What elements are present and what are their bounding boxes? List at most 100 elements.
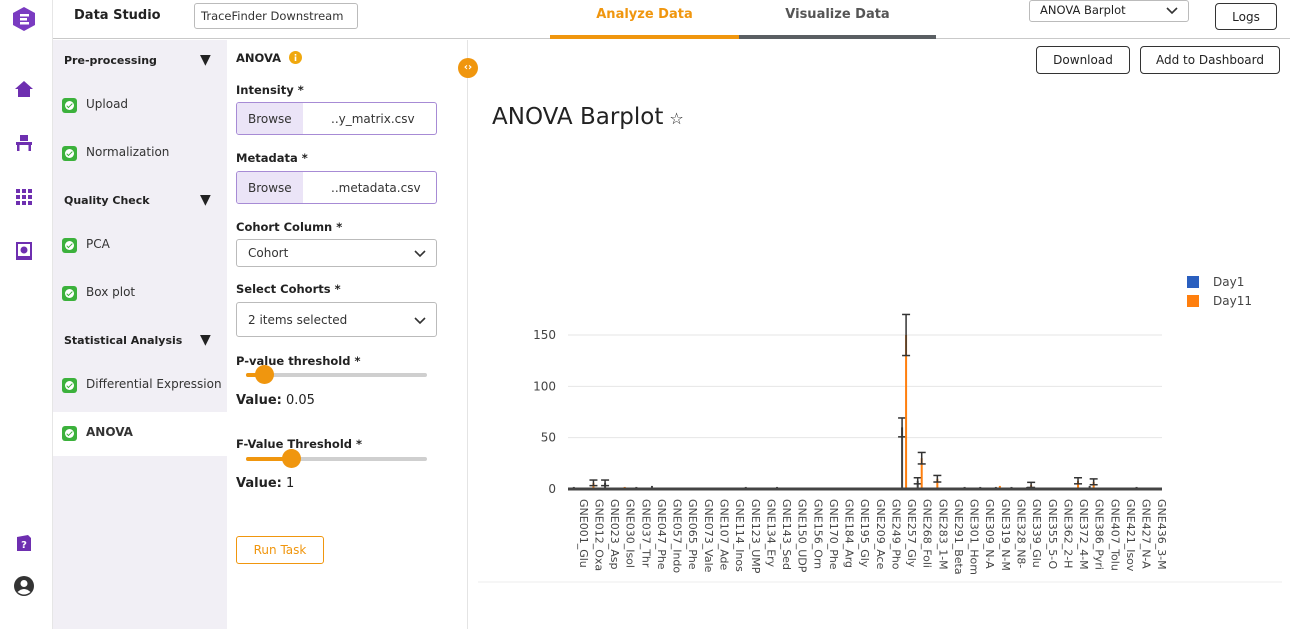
tab-analyze-data[interactable]: Analyze Data: [550, 0, 739, 39]
x-tick-label: GNE386_Pyri: [1093, 499, 1106, 570]
step-differential-expression[interactable]: Differential Expression: [53, 364, 227, 408]
help-icon[interactable]: ?: [13, 532, 35, 554]
select-cohorts-value: 2 items selected: [248, 313, 348, 327]
x-tick-label: GNE301_Hom: [968, 499, 981, 575]
svg-text:?: ?: [21, 540, 27, 551]
main-chart-area: Download Add to Dashboard ANOVA Barplot ☆…: [468, 40, 1290, 629]
step-label: PCA: [86, 237, 110, 251]
x-tick-label: GNE209_Ace: [874, 499, 887, 570]
x-tick-label: GNE123_UMP: [749, 499, 762, 574]
x-tick-label: GNE339_Glu: [1030, 499, 1043, 568]
cohort-column-select[interactable]: Cohort: [236, 239, 437, 267]
step-label: Differential Expression: [86, 377, 222, 391]
x-tick-label: GNE073_Vale: [702, 499, 715, 573]
x-tick-label: GNE283_1-M: [936, 499, 949, 570]
x-tick-label: GNE156_Orn: [811, 499, 824, 569]
pvalue-slider[interactable]: [246, 365, 427, 384]
y-tick-label: 100: [533, 379, 556, 393]
step-pca[interactable]: PCA: [53, 224, 227, 268]
x-tick-label: GNE047_Phe: [655, 499, 668, 570]
select-cohorts-dropdown[interactable]: 2 items selected: [236, 302, 437, 337]
metadata-filename: ..metadata.csv: [331, 181, 421, 195]
tab-visualize-data[interactable]: Visualize Data: [739, 0, 936, 39]
logo-icon[interactable]: [11, 6, 37, 32]
home-icon[interactable]: [13, 78, 35, 100]
x-tick-label: GNE421_Isov: [1124, 499, 1137, 572]
y-tick-label: 0: [548, 482, 556, 496]
download-button[interactable]: Download: [1036, 46, 1130, 74]
pvalue-slider-thumb[interactable]: [255, 365, 275, 384]
metadata-file-input[interactable]: Browse ..metadata.csv: [236, 171, 437, 204]
run-task-button[interactable]: Run Task: [236, 536, 324, 564]
project-name-field[interactable]: TraceFinder Downstream: [194, 3, 358, 29]
x-tick-label: GNE372_4-M: [1077, 499, 1090, 570]
collapse-triangle-icon[interactable]: ▼: [200, 192, 211, 208]
x-tick-label: GNE355_5-O: [1046, 499, 1059, 569]
fvalue-label: F-Value Threshold *: [236, 437, 363, 451]
pvalue-label: P-value threshold *: [236, 354, 361, 368]
info-icon[interactable]: [289, 51, 303, 64]
check-icon: [62, 146, 77, 161]
apps-grid-icon[interactable]: [13, 186, 35, 208]
x-tick-label: GNE114_Inos: [733, 499, 746, 572]
logs-button[interactable]: Logs: [1215, 3, 1277, 30]
icon-rail: ?: [0, 0, 53, 629]
x-tick-label: GNE257_Gly: [905, 499, 918, 568]
section-preprocessing[interactable]: Pre-processing ▼: [64, 52, 224, 68]
fvalue-slider-thumb[interactable]: [282, 449, 302, 468]
add-to-dashboard-button[interactable]: Add to Dashboard: [1140, 46, 1280, 74]
x-tick-label: GNE150_UDP: [796, 499, 809, 573]
intensity-file-input[interactable]: Browse ..y_matrix.csv: [236, 102, 437, 135]
intensity-browse-button[interactable]: Browse: [237, 103, 303, 134]
x-tick-label: GNE184_Arg: [843, 499, 856, 568]
step-upload[interactable]: Upload: [53, 84, 227, 128]
x-tick-label: GNE319_N-M: [999, 499, 1012, 571]
check-icon: [62, 98, 77, 113]
steps-sidebar: Pre-processing ▼ Upload Normalization Qu…: [53, 40, 227, 629]
metadata-label: Metadata *: [236, 151, 308, 165]
metadata-browse-button[interactable]: Browse: [237, 172, 303, 203]
workbench-icon[interactable]: [13, 132, 35, 154]
collapse-triangle-icon[interactable]: ▼: [200, 332, 211, 348]
collapse-triangle-icon[interactable]: ▼: [200, 52, 211, 68]
fvalue-readout: Value: 1: [236, 476, 294, 491]
cohort-column-value: Cohort: [248, 246, 289, 260]
section-quality-check[interactable]: Quality Check ▼: [64, 192, 224, 208]
user-icon[interactable]: [13, 575, 35, 597]
section-title: Pre-processing: [64, 54, 157, 67]
pvalue-readout: Value: 0.05: [236, 393, 315, 408]
x-tick-label: GNE407_Tolu: [1108, 499, 1121, 571]
x-tick-label: GNE107_Ade: [718, 499, 731, 571]
cohort-column-label: Cohort Column *: [236, 220, 343, 234]
legend-label-day11: Day11: [1213, 294, 1252, 308]
check-icon: [62, 286, 77, 301]
x-tick-label: GNE037_Thr: [639, 499, 652, 568]
report-icon[interactable]: [13, 240, 35, 262]
check-icon: [62, 238, 77, 253]
section-statistical-analysis[interactable]: Statistical Analysis ▼: [64, 332, 224, 348]
x-tick-label: GNE057_Indo: [671, 499, 684, 573]
legend-label-day1: Day1: [1213, 275, 1244, 289]
x-tick-label: GNE030_Isol: [624, 499, 637, 568]
step-anova[interactable]: ANOVA: [53, 412, 227, 456]
section-title: Quality Check: [64, 194, 150, 207]
x-tick-label: GNE001_Glu: [577, 499, 590, 568]
fvalue-slider[interactable]: [246, 449, 427, 468]
anova-form-panel: ANOVA Intensity * Browse ..y_matrix.csv …: [227, 40, 467, 629]
y-tick-label: 150: [533, 328, 556, 342]
x-tick-label: GNE195_Gly: [858, 499, 871, 568]
step-normalization[interactable]: Normalization: [53, 132, 227, 176]
step-label: Upload: [86, 97, 129, 111]
pvalue-caption: Value:: [236, 393, 282, 408]
form-title-text: ANOVA: [236, 51, 282, 65]
bar-day11: [905, 335, 908, 489]
intensity-label: Intensity *: [236, 83, 304, 97]
intensity-filename: ..y_matrix.csv: [331, 112, 415, 126]
legend-swatch-day1: [1187, 276, 1199, 288]
x-tick-label: GNE309_N-A: [983, 499, 996, 569]
x-tick-label: GNE143_Sed: [780, 499, 793, 570]
legend-swatch-day11: [1187, 295, 1199, 307]
step-box-plot[interactable]: Box plot: [53, 272, 227, 316]
visualization-select[interactable]: ANOVA Barplot: [1029, 0, 1189, 22]
y-tick-label: 50: [541, 431, 556, 445]
